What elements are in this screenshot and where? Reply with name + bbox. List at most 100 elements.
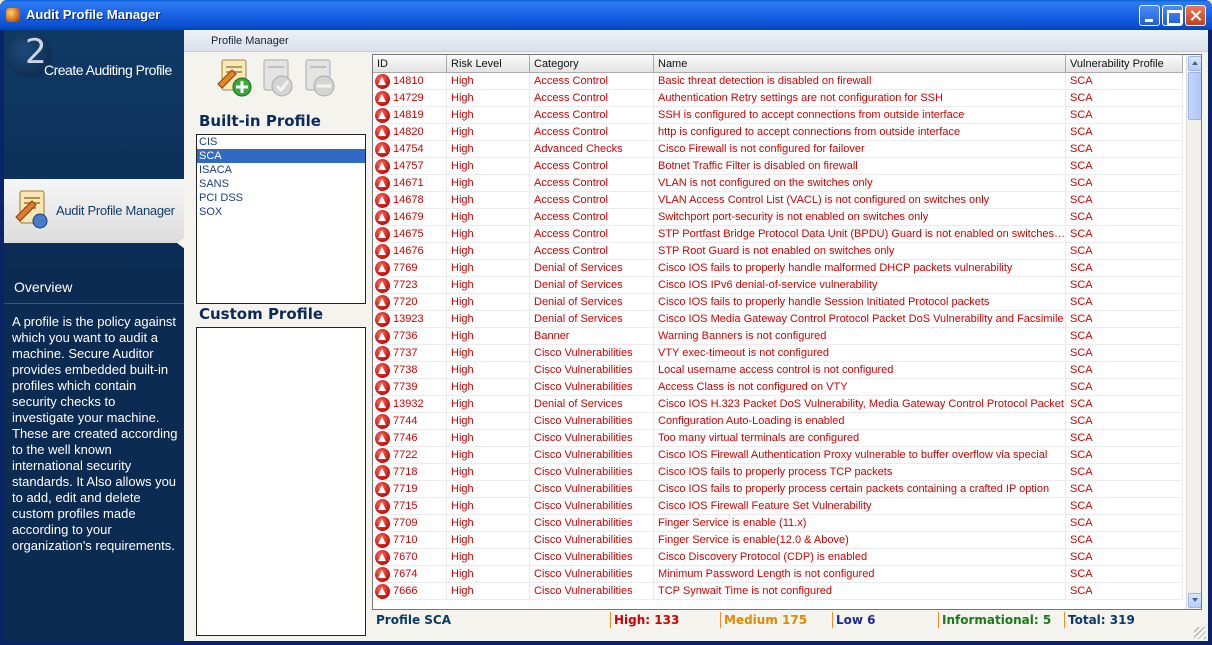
cell-category: Denial of Services — [530, 396, 654, 413]
table-row[interactable]: 7736 High Banner Warning Banners is not con… — [373, 328, 1183, 345]
table-row[interactable]: 7744 High Cisco Vulnerabilities Configurati… — [373, 413, 1183, 430]
title-bar[interactable]: Audit Profile Manager — [0, 0, 1212, 30]
cell-vulnerability-profile: SCA — [1066, 158, 1183, 175]
builtin-profile-item[interactable]: CIS — [197, 135, 365, 149]
table-row[interactable]: 14754 High Advanced Checks Cisco Firewall i… — [373, 141, 1183, 158]
cell-name: SSH is configured to accept connections … — [654, 107, 1066, 124]
cell-id: 13923 — [373, 311, 447, 328]
table-row[interactable]: 7722 High Cisco Vulnerabilities Cisco IOS F… — [373, 447, 1183, 464]
cell-id: 14675 — [373, 226, 447, 243]
table-row[interactable]: 14810 High Access Control Basic threat dete… — [373, 73, 1183, 90]
table-row[interactable]: 14671 High Access Control VLAN is not confi… — [373, 175, 1183, 192]
status-profile: Profile SCA — [376, 613, 452, 627]
cell-category: Denial of Services — [530, 277, 654, 294]
minimize-button[interactable] — [1139, 5, 1160, 26]
edit-profile-icon[interactable] — [258, 58, 296, 98]
status-high-count: High: 133 — [614, 613, 680, 627]
table-row[interactable]: 14729 High Access Control Authentication Re… — [373, 90, 1183, 107]
nav-create-auditing-profile[interactable]: 2 Create Auditing Profile — [4, 30, 184, 175]
cell-id: 14671 — [373, 175, 447, 192]
table-row[interactable]: 14678 High Access Control VLAN Access Contr… — [373, 192, 1183, 209]
cell-name: Switchport port-security is not enabled … — [654, 209, 1066, 226]
table-row[interactable]: 7769 High Denial of Services Cisco IOS fail… — [373, 260, 1183, 277]
column-header-name[interactable]: Name — [654, 55, 1066, 73]
cell-vulnerability-profile: SCA — [1066, 141, 1183, 158]
builtin-profile-item[interactable]: SANS — [197, 177, 365, 191]
cell-id: 7720 — [373, 294, 447, 311]
table-row[interactable]: 7666 High Cisco Vulnerabilities TCP Synwait… — [373, 583, 1183, 600]
close-button[interactable] — [1185, 5, 1206, 26]
cell-name: Cisco IOS fails to properly handle malfo… — [654, 260, 1066, 277]
cell-id: 7744 — [373, 413, 447, 430]
column-header-category[interactable]: Category — [530, 55, 654, 73]
table-row[interactable]: 13932 High Denial of Services Cisco IOS H.3… — [373, 396, 1183, 413]
builtin-profile-item[interactable]: PCI DSS — [197, 191, 365, 205]
cell-category: Cisco Vulnerabilities — [530, 345, 654, 362]
cell-id: 7719 — [373, 481, 447, 498]
resize-grip[interactable] — [1194, 627, 1206, 639]
nav-audit-profile-manager[interactable]: Audit Profile Manager — [4, 179, 185, 249]
cell-name: Cisco IOS IPv6 denial-of-service vulnera… — [654, 277, 1066, 294]
cell-category: Cisco Vulnerabilities — [530, 379, 654, 396]
cell-id: 7737 — [373, 345, 447, 362]
table-row[interactable]: 7715 High Cisco Vulnerabilities Cisco IOS F… — [373, 498, 1183, 515]
scroll-thumb[interactable] — [1188, 72, 1201, 120]
cell-id: 7738 — [373, 362, 447, 379]
cell-category: Cisco Vulnerabilities — [530, 532, 654, 549]
table-row[interactable]: 14819 High Access Control SSH is configured… — [373, 107, 1183, 124]
table-row[interactable]: 7738 High Cisco Vulnerabilities Local usern… — [373, 362, 1183, 379]
table-row[interactable]: 13923 High Denial of Services Cisco IOS Med… — [373, 311, 1183, 328]
table-row[interactable]: 7709 High Cisco Vulnerabilities Finger Serv… — [373, 515, 1183, 532]
builtin-profile-item[interactable]: SCA — [197, 149, 365, 163]
column-header-risk-level[interactable]: Risk Level — [447, 55, 530, 73]
grid-header: ID Risk Level Category Name Vulnerabilit… — [373, 55, 1183, 73]
cell-category: Access Control — [530, 158, 654, 175]
custom-profile-list[interactable] — [196, 327, 366, 636]
status-separator — [720, 612, 721, 628]
cell-category: Denial of Services — [530, 260, 654, 277]
cell-risk-level: High — [447, 328, 530, 345]
builtin-profile-item[interactable]: ISACA — [197, 163, 365, 177]
table-row[interactable]: 14757 High Access Control Botnet Traffic Fi… — [373, 158, 1183, 175]
table-row[interactable]: 7723 High Denial of Services Cisco IOS IPv6… — [373, 277, 1183, 294]
checks-grid[interactable]: ID Risk Level Category Name Vulnerabilit… — [372, 54, 1202, 610]
cell-vulnerability-profile: SCA — [1066, 90, 1183, 107]
table-row[interactable]: 14675 High Access Control STP Portfast Brid… — [373, 226, 1183, 243]
table-row[interactable]: 7718 High Cisco Vulnerabilities Cisco IOS f… — [373, 464, 1183, 481]
table-row[interactable]: 7739 High Cisco Vulnerabilities Access Clas… — [373, 379, 1183, 396]
table-row[interactable]: 7720 High Denial of Services Cisco IOS fail… — [373, 294, 1183, 311]
add-profile-icon[interactable] — [216, 58, 254, 98]
table-row[interactable]: 7719 High Cisco Vulnerabilities Cisco IOS f… — [373, 481, 1183, 498]
delete-profile-icon[interactable] — [300, 58, 338, 98]
cell-name: Access Class is not configured on VTY — [654, 379, 1066, 396]
cell-vulnerability-profile: SCA — [1066, 362, 1183, 379]
scroll-down-icon[interactable] — [1188, 593, 1201, 608]
cell-id: 14819 — [373, 107, 447, 124]
table-row[interactable]: 14676 High Access Control STP Root Guard is… — [373, 243, 1183, 260]
cell-vulnerability-profile: SCA — [1066, 328, 1183, 345]
status-separator — [610, 612, 611, 628]
table-row[interactable]: 7670 High Cisco Vulnerabilities Cisco Disco… — [373, 549, 1183, 566]
vertical-scrollbar[interactable] — [1186, 55, 1201, 609]
maximize-button[interactable] — [1162, 5, 1183, 26]
column-header-id[interactable]: ID — [373, 55, 447, 73]
table-row[interactable]: 7737 High Cisco Vulnerabilities VTY exec-ti… — [373, 345, 1183, 362]
table-row[interactable]: 14820 High Access Control http is configure… — [373, 124, 1183, 141]
profile-toolbar — [214, 54, 344, 100]
cell-category: Access Control — [530, 90, 654, 107]
column-header-vulnerability-profile[interactable]: Vulnerability Profile — [1066, 55, 1183, 73]
scroll-up-icon[interactable] — [1188, 56, 1201, 71]
tab-profile-manager[interactable]: Profile Manager — [211, 35, 289, 47]
table-row[interactable]: 14679 High Access Control Switchport port-s… — [373, 209, 1183, 226]
builtin-profile-list[interactable]: CIS SCA ISACA SANS PCI DSS SOX — [196, 134, 366, 304]
builtin-profile-item[interactable]: SOX — [197, 205, 365, 219]
table-row[interactable]: 7710 High Cisco Vulnerabilities Finger Serv… — [373, 532, 1183, 549]
cell-vulnerability-profile: SCA — [1066, 464, 1183, 481]
cell-name: STP Root Guard is not enabled on switche… — [654, 243, 1066, 260]
tab-bar: Profile Manager — [184, 30, 1208, 52]
cell-name: VLAN is not configured on the switches o… — [654, 175, 1066, 192]
table-row[interactable]: 7674 High Cisco Vulnerabilities Minimum Pas… — [373, 566, 1183, 583]
cell-name: Too many virtual terminals are configure… — [654, 430, 1066, 447]
custom-profile-heading: Custom Profile — [199, 305, 324, 323]
table-row[interactable]: 7746 High Cisco Vulnerabilities Too many vi… — [373, 430, 1183, 447]
